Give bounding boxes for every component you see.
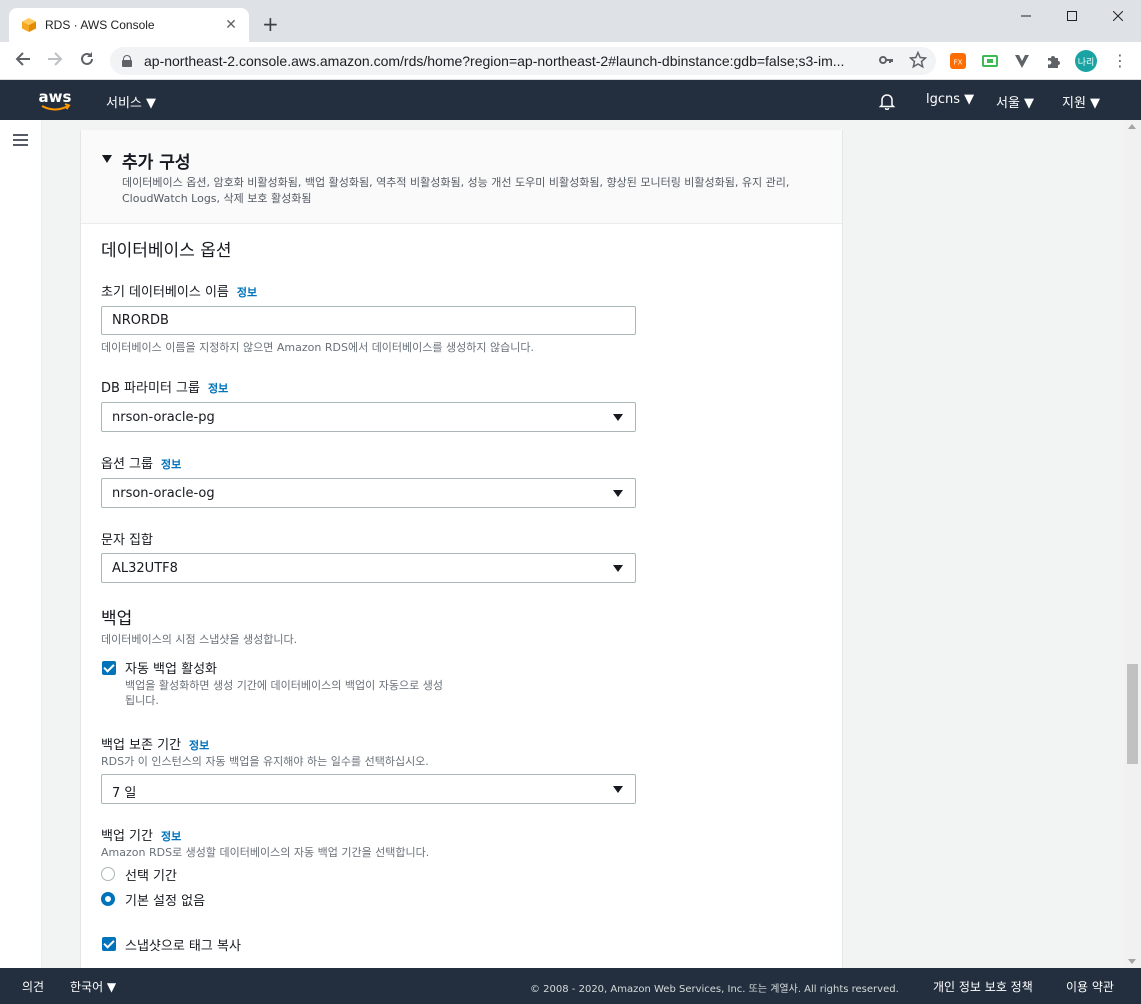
retention-label: 백업 보존 기간 정보: [101, 734, 209, 753]
charset-value: AL32UTF8: [112, 561, 178, 576]
auto-backup-checkbox[interactable]: [102, 661, 116, 675]
window-close-icon[interactable]: [1095, 0, 1141, 32]
radio-select-window-label[interactable]: 선택 기간: [125, 865, 177, 884]
svg-text:FX: FX: [954, 59, 963, 67]
initial-db-name-label-text: 초기 데이터베이스 이름: [101, 285, 229, 300]
v-extension-icon[interactable]: [1013, 52, 1031, 70]
param-group-select[interactable]: nrson-oracle-pg: [101, 402, 636, 432]
extensions-puzzle-icon[interactable]: [1045, 52, 1063, 70]
dropdown-arrow-icon: [613, 414, 623, 421]
panel-title[interactable]: 추가 구성: [122, 148, 190, 173]
copy-tags-checkbox[interactable]: [102, 937, 116, 951]
feedback-link[interactable]: 의견: [22, 978, 44, 995]
backup-hint: 데이터베이스의 시점 스냅샷을 생성합니다.: [101, 633, 298, 646]
option-group-select[interactable]: nrson-oracle-og: [101, 478, 636, 508]
additional-config-panel: 추가 구성 데이터베이스 옵션, 암호화 비활성화됨, 백업 활성화됨, 역추적…: [81, 130, 842, 968]
initial-db-name-label: 초기 데이터베이스 이름 정보: [101, 281, 257, 300]
support-menu[interactable]: 지원 ▼: [1062, 92, 1100, 111]
info-link[interactable]: 정보: [189, 739, 209, 752]
key-icon[interactable]: [878, 52, 894, 72]
back-arrow-icon[interactable]: [12, 51, 34, 71]
retention-hint: RDS가 이 인스턴스의 자동 백업을 유지해야 하는 일수를 선택하십시오.: [101, 755, 429, 768]
panel-description: 데이터베이스 옵션, 암호화 비활성화됨, 백업 활성화됨, 역추적 비활성화됨…: [122, 176, 790, 205]
radio-select-window[interactable]: [101, 867, 115, 881]
lock-icon: [122, 55, 132, 67]
copyright-text: © 2008 - 2020, Amazon Web Services, Inc.…: [530, 984, 899, 995]
side-navigation-rail: [0, 120, 42, 968]
retention-label-text: 백업 보존 기간: [101, 738, 182, 753]
info-link[interactable]: 정보: [161, 458, 181, 471]
charset-label: 문자 집합: [101, 533, 153, 548]
browser-tab[interactable]: RDS · AWS Console ✕: [9, 8, 249, 42]
option-group-label-text: 옵션 그룹: [101, 457, 153, 472]
retention-select[interactable]: 7 일: [101, 774, 636, 804]
option-group-value: nrson-oracle-og: [112, 486, 215, 501]
option-group-label: 옵션 그룹 정보: [101, 453, 181, 472]
backup-window-hint: Amazon RDS로 생성할 데이터베이스의 자동 백업 기간을 선택합니다.: [101, 846, 430, 859]
scroll-down-arrow-icon[interactable]: [1128, 959, 1136, 964]
initial-db-name-hint: 데이터베이스 이름을 지정하지 않으면 Amazon RDS에서 데이터베이스를…: [101, 341, 534, 354]
terms-link[interactable]: 이용 약관: [1066, 978, 1114, 995]
radio-no-preference-label[interactable]: 기본 설정 없음: [125, 890, 205, 909]
info-link[interactable]: 정보: [237, 286, 257, 299]
copy-tags-label[interactable]: 스냅샷으로 태그 복사: [125, 935, 241, 954]
hamburger-menu-icon[interactable]: [13, 134, 28, 146]
console-footer: 의견 한국어 ▼ © 2008 - 2020, Amazon Web Servi…: [0, 968, 1141, 1004]
charset-select[interactable]: AL32UTF8: [101, 553, 636, 583]
param-group-label-text: DB 파라미터 그룹: [101, 381, 200, 396]
tab-title: RDS · AWS Console: [45, 18, 155, 32]
aws-top-nav: aws 서비스 ▼ lgcns ▼ 서울 ▼ 지원 ▼: [0, 80, 1141, 120]
address-bar[interactable]: ap-northeast-2.console.aws.amazon.com/rd…: [110, 47, 936, 75]
forward-arrow-icon[interactable]: [44, 51, 66, 71]
dropdown-arrow-icon: [613, 565, 623, 572]
privacy-policy-link[interactable]: 개인 정보 보호 정책: [933, 978, 1033, 995]
profile-avatar[interactable]: 나리: [1075, 50, 1097, 72]
auto-backup-hint-line2: 됩니다.: [125, 694, 159, 707]
dropdown-arrow-icon: [613, 786, 623, 793]
radio-no-preference[interactable]: [101, 892, 115, 906]
param-group-value: nrson-oracle-pg: [112, 410, 215, 425]
browser-toolbar: ap-northeast-2.console.aws.amazon.com/rd…: [0, 42, 1141, 80]
info-link[interactable]: 정보: [161, 830, 181, 843]
tab-close-icon[interactable]: ✕: [223, 17, 239, 33]
language-selector[interactable]: 한국어 ▼: [70, 978, 116, 995]
param-group-label: DB 파라미터 그룹 정보: [101, 377, 228, 396]
initial-db-name-input[interactable]: NRORDB: [101, 306, 636, 335]
scroll-thumb[interactable]: [1127, 664, 1138, 764]
db-options-heading: 데이터베이스 옵션: [101, 241, 232, 261]
retention-value: 7 일: [112, 786, 137, 801]
notification-bell-icon[interactable]: [878, 92, 896, 110]
expand-caret-icon[interactable]: [102, 155, 112, 163]
auto-backup-label[interactable]: 자동 백업 활성화: [125, 658, 217, 677]
browser-menu-icon[interactable]: ⋮: [1112, 51, 1128, 70]
svg-text:aws: aws: [39, 88, 72, 106]
new-tab-icon[interactable]: +: [262, 14, 279, 34]
url-text[interactable]: ap-northeast-2.console.aws.amazon.com/rd…: [144, 53, 869, 69]
scroll-up-arrow-icon[interactable]: [1128, 124, 1136, 129]
info-link[interactable]: 정보: [208, 382, 228, 395]
panel-header[interactable]: 추가 구성 데이터베이스 옵션, 암호화 비활성화됨, 백업 활성화됨, 역추적…: [81, 130, 842, 224]
bookmark-star-icon[interactable]: [908, 50, 928, 73]
screen-extension-icon[interactable]: [981, 52, 999, 70]
services-menu[interactable]: 서비스 ▼: [106, 92, 156, 111]
account-menu[interactable]: lgcns ▼: [926, 92, 974, 107]
region-menu[interactable]: 서울 ▼: [996, 92, 1034, 111]
browser-tabstrip: RDS · AWS Console ✕ +: [0, 0, 1141, 42]
page-scrollbar[interactable]: [1124, 120, 1141, 968]
backup-window-label-text: 백업 기간: [101, 829, 153, 844]
reload-icon[interactable]: [76, 51, 98, 71]
minimize-icon[interactable]: [1003, 0, 1049, 32]
aws-cube-icon: [22, 18, 36, 32]
maximize-icon[interactable]: [1049, 0, 1095, 32]
dropdown-arrow-icon: [613, 490, 623, 497]
backup-window-label: 백업 기간 정보: [101, 825, 181, 844]
console-content: 추가 구성 데이터베이스 옵션, 암호화 비활성화됨, 백업 활성화됨, 역추적…: [0, 120, 1141, 968]
backup-heading: 백업: [101, 609, 133, 629]
auto-backup-hint-line1: 백업을 활성화하면 생성 기간에 데이터베이스의 백업이 자동으로 생성: [125, 679, 443, 692]
fx-extension-icon[interactable]: FX: [949, 52, 967, 70]
aws-logo[interactable]: aws: [38, 86, 72, 114]
